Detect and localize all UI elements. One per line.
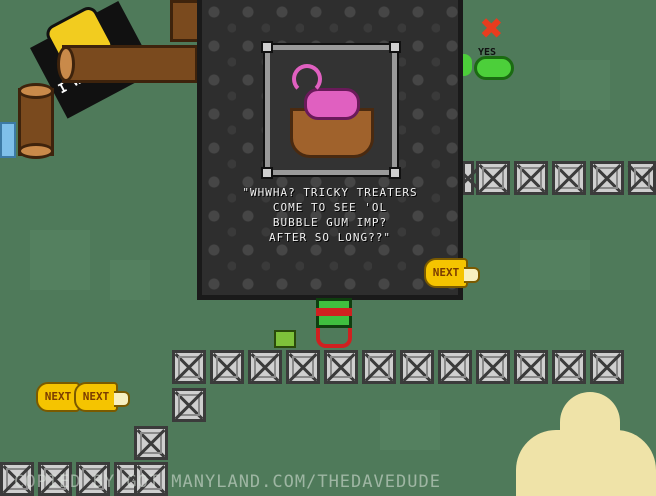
next-button-label: NEXT (432, 266, 460, 279)
next-button-label: NEXT (44, 390, 72, 403)
crate-block (172, 388, 206, 422)
next-button-label: NEXT (82, 390, 110, 403)
small-creature (274, 330, 296, 348)
player-character[interactable] (314, 298, 354, 350)
next-button[interactable]: NEXT (424, 258, 480, 288)
crate-block (476, 161, 510, 195)
close-icon[interactable]: ✖ (474, 9, 510, 47)
dialog-text: "WHWHA? TRICKY TREATERS COME TO SEE 'OL … (242, 186, 418, 244)
crate-block (438, 350, 472, 384)
crate-block (462, 161, 474, 195)
crate-block (514, 350, 548, 384)
yes-button[interactable] (474, 56, 514, 80)
crate-block (552, 161, 586, 195)
log-top (170, 0, 200, 42)
ice-block (0, 122, 16, 158)
crate-block (172, 350, 206, 384)
player-band (316, 308, 352, 316)
player-legs (316, 328, 352, 348)
crate-block (248, 350, 282, 384)
imp-portrait (282, 60, 382, 164)
crate-block (400, 350, 434, 384)
crate-block (210, 350, 244, 384)
next-button[interactable]: NEXT (74, 382, 130, 412)
crate-block (628, 161, 656, 195)
log-horizontal (57, 45, 198, 83)
crate-block (324, 350, 358, 384)
crate-block (286, 350, 320, 384)
dialog-box: "WHWHA? TRICKY TREATERS COME TO SEE 'OL … (197, 0, 463, 300)
crate-block (476, 350, 510, 384)
portrait-frame (261, 41, 401, 179)
log-vertical (18, 83, 54, 159)
crate-block (590, 161, 624, 195)
crate-block (552, 350, 586, 384)
crate-block (514, 161, 548, 195)
crate-block (362, 350, 396, 384)
crate-block (590, 350, 624, 384)
crate-block (134, 426, 168, 460)
footer-watermark: COPIED BY GOT MANYLAND.COM/THEDAVEDUDE (14, 472, 441, 492)
imp-antenna (292, 64, 322, 94)
